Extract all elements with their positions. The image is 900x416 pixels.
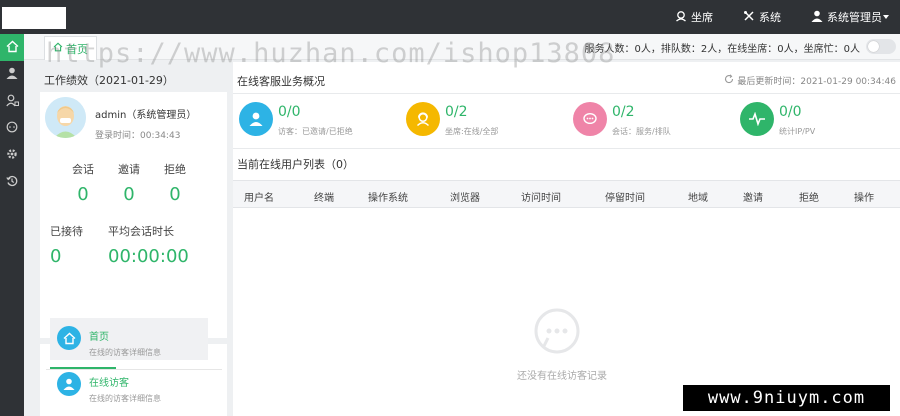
metric-stats: 0/0 统计IP/PV [734,102,894,142]
watermark-badge: www.9niuym.com [683,385,890,411]
tools-icon [743,10,759,25]
nav-user-manage[interactable] [0,88,24,115]
col-invite: 邀请 [743,193,763,204]
metric-label: 访客：已邀请/已拒绝 [278,127,353,136]
pulse-icon [740,102,774,136]
performance-card: admin（系统管理员） 登录时间：00:34:43 会话 0 邀请 0 拒绝 … [40,92,227,338]
system-label: 系统 [759,11,781,24]
metric-agents: 0/2 坐席:在线/全部 [400,102,560,142]
home-icon [57,326,81,350]
online-users-title: 当前在线用户列表（0） [237,158,354,171]
stat-reject-value: 0 [169,184,181,205]
headset-icon [675,10,691,25]
col-reject: 拒绝 [799,193,819,204]
system-button[interactable]: 系统 [743,9,781,25]
nav-user[interactable] [0,61,24,88]
tool-item-home[interactable]: 首页 在线的访客详细信息 [50,318,208,360]
login-time: 登录时间：00:34:43 [95,131,181,141]
logo [2,7,66,29]
stat-invite: 邀请 0 [108,161,150,205]
stat-invite-value: 0 [123,184,135,205]
metric-value: 0/0 [278,104,301,120]
empty-text: 还没有在线访客记录 [517,371,607,382]
table-header: 用户名 终端 操作系统 浏览器 访问时间 停留时间 地域 邀请 拒绝 操作 [233,180,900,208]
stat-avg-duration: 平均会话时长 00:00:00 [108,223,208,267]
overview-title: 在线客服业务概况 [237,75,325,88]
avatar [45,97,86,138]
metric-label: 统计IP/PV [779,127,816,136]
stat-received-label: 已接待 [50,225,83,238]
nav-settings[interactable] [0,142,24,169]
chat-icon [573,102,607,136]
stat-received: 已接待 0 [50,223,94,267]
tool-item-desc: 在线的访客详细信息 [89,348,161,357]
top-bar: 坐席 系统 系统管理员 [0,0,900,34]
stat-avg-label: 平均会话时长 [108,225,174,238]
col-terminal: 终端 [314,193,334,204]
divider [233,148,900,149]
user-icon [57,372,81,396]
agent-label: 坐席 [691,11,713,24]
headset-icon [406,102,440,136]
stat-reject: 拒绝 0 [154,161,196,205]
tool-item-online-visitors[interactable]: 在线访客 在线的访客详细信息 [50,364,208,406]
busy-toggle[interactable] [866,39,896,54]
refresh-icon [724,74,737,87]
nav-home[interactable] [0,34,24,61]
stat-reject-label: 拒绝 [164,163,186,176]
nav-chat[interactable] [0,115,24,142]
divider [233,93,900,94]
admin-name: admin（系统管理员） [95,110,197,121]
gear-icon [6,148,18,163]
nav-history[interactable] [0,169,24,196]
empty-chat-icon [534,308,580,357]
admin-label: 系统管理员 [827,11,882,24]
metric-label: 会话：服务/排队 [612,127,671,136]
tool-item-title: 在线访客 [89,378,129,389]
left-panel: 工作绩效（2021-01-29） admin（系统管理员） 登录时间：00:34… [36,62,229,416]
top-nav: 坐席 系统 系统管理员 [675,0,900,34]
caret-down-icon [882,11,894,24]
tool-item-title: 首页 [89,332,109,343]
metric-value: 0/2 [445,104,468,120]
main-panel: 在线客服业务概况 最后更新时间：2021-01-29 00:34:46 0/0 … [233,62,900,416]
service-status: 服务人数：0人，排队数：2人，在线坐席：0人，坐席忙：0人 [584,44,860,55]
stat-session-value: 0 [77,184,89,205]
stat-invite-label: 邀请 [118,163,140,176]
col-visit-time: 访问时间 [521,193,561,204]
user-icon [811,10,827,25]
last-updated[interactable]: 最后更新时间：2021-01-29 00:34:46 [724,74,896,87]
col-browser: 浏览器 [450,193,480,204]
chat-icon [6,121,18,136]
tab-home-label: 首页 [66,42,88,56]
home-icon [6,40,19,56]
stat-avg-value: 00:00:00 [108,246,189,267]
metric-value: 0/0 [779,104,802,120]
stat-session-label: 会话 [72,163,94,176]
agent-button[interactable]: 坐席 [675,9,713,25]
metric-visitors: 0/0 访客：已邀请/已拒绝 [233,102,393,142]
visitor-icon [239,102,273,136]
metric-value: 0/2 [612,104,635,120]
user-manage-icon [5,94,19,110]
col-action: 操作 [854,193,874,204]
performance-title: 工作绩效（2021-01-29） [44,74,174,87]
metric-label: 坐席:在线/全部 [445,127,499,136]
col-region: 地域 [688,193,708,204]
left-icon-nav [0,34,24,416]
col-username: 用户名 [244,193,274,204]
tab-bar: 首页 服务人数：0人，排队数：2人，在线坐席：0人，坐席忙：0人 [24,34,900,60]
stat-session: 会话 0 [62,161,104,205]
stat-received-value: 0 [50,246,62,267]
last-updated-text: 最后更新时间：2021-01-29 00:34:46 [737,77,896,87]
user-icon [6,67,18,82]
admin-menu[interactable]: 系统管理员 [811,9,894,25]
tool-item-desc: 在线的访客详细信息 [89,394,161,403]
col-os: 操作系统 [368,193,408,204]
history-icon [6,175,18,190]
home-icon [53,42,66,55]
col-stay-time: 停留时间 [605,193,645,204]
metric-sessions: 0/2 会话：服务/排队 [567,102,727,142]
tab-home[interactable]: 首页 [44,36,97,60]
